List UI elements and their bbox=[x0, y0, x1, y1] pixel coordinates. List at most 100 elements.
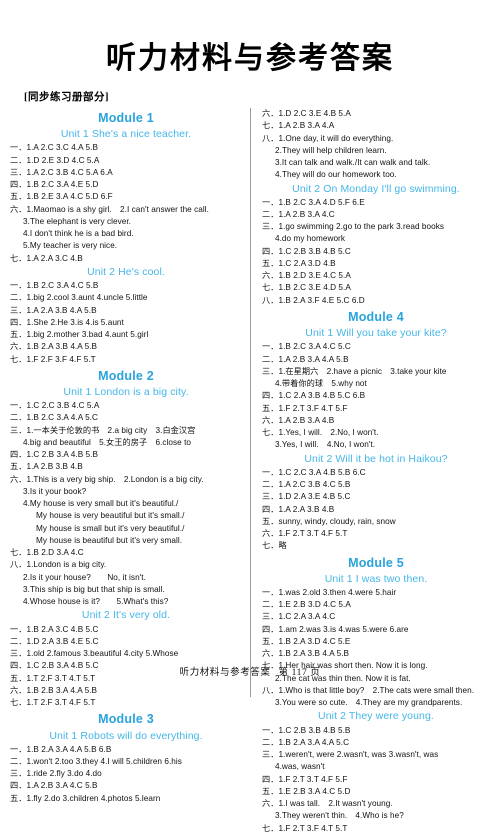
answer-line: 六．1.B 2.B 3.A 4.A 5.B bbox=[10, 685, 98, 695]
unit-heading: Unit 2 It's very old. bbox=[81, 609, 171, 622]
answer-line: 三．1.C 2.A 3.A 4.C bbox=[262, 612, 336, 622]
answer-line: 四．1.A 2.B 3.A 4.C 5.B bbox=[10, 781, 98, 791]
right-column: 六．1.D 2.C 3.E 4.B 5.A 七．1.A 2.B 3.A 4.A 八．… bbox=[250, 108, 490, 833]
answer-line: 二．1.E 2.B 3.D 4.C 5.A bbox=[262, 600, 351, 610]
answer-line: 七．1.A 2.B 3.A 4.A bbox=[262, 121, 335, 131]
answer-line: 一．1.B 2.A 3.A 4.A 5.B 6.B bbox=[10, 744, 112, 754]
answer-line: 5.My teacher is very nice. bbox=[23, 241, 118, 251]
module-heading: Module 4 bbox=[348, 309, 404, 324]
section-label-wrap: [同步练习册部分] bbox=[0, 75, 500, 105]
answer-line: 一．1.C 2.C 3.B 4.C 5.A bbox=[10, 401, 100, 411]
answer-line: 3.They weren't thin. 4.Who is he? bbox=[275, 811, 404, 821]
answer-line: 七．1.F 2.F 3.F 4.F 5.T bbox=[10, 354, 96, 364]
answer-line: 八．1.One day, it will do everything. bbox=[262, 133, 394, 143]
answer-line: 七．1.F 2.T 3.F 4.T 5.T bbox=[262, 823, 348, 833]
answer-line: 4.My house is very small but it's beauti… bbox=[23, 499, 179, 509]
answer-line: 六．1.D 2.C 3.E 4.B 5.A bbox=[262, 109, 351, 118]
answer-line: 四．1.C 2.B 3.B 4.B 5.C bbox=[262, 246, 351, 256]
answer-line: 六．1.Maomao is a shy girl. 2.I can't answ… bbox=[10, 204, 209, 214]
unit-heading: Unit 1 She's a nice teacher. bbox=[60, 128, 192, 141]
answer-line: 六．1.B 2.A 3.B 4.A 5.B bbox=[262, 649, 350, 659]
page-title: 听力材料与参考答案 bbox=[106, 42, 394, 75]
answer-line: 二．1.D 2.E 3.D 4.C 5.A bbox=[10, 155, 100, 165]
answer-line: 4.was, wasn't bbox=[275, 762, 325, 772]
footer-text: 听力材料与参考答案 bbox=[179, 668, 271, 678]
answer-line: 二．1.B 2.C 3.A 4.A 5.C bbox=[10, 413, 98, 423]
answer-line: 2.Is it your house? No, it isn't. bbox=[23, 572, 146, 582]
answer-line: 七．1.Yes, I will. 2.No, I won't. bbox=[262, 428, 379, 438]
answer-line: 五．1.B 2.E 3.A 4.C 5.D 6.F bbox=[10, 192, 113, 202]
answer-line: 七．1.T 2.F 3.T 4.F 5.T bbox=[10, 698, 96, 708]
answer-line: 一．1.C 2.C 3.A 4.B 5.B 6.C bbox=[262, 467, 366, 477]
answer-line: 3.This ship is big but that ship is smal… bbox=[23, 584, 165, 594]
answer-line: 四．1.B 2.C 3.A 4.E 5.D bbox=[10, 180, 99, 190]
answer-line: 一．1.B 2.C 3.A 4.C 5.B bbox=[10, 281, 99, 291]
answer-line: 七．1.B 2.C 3.E 4.D 5.A bbox=[262, 283, 351, 293]
answer-line: 五．1.B 2.A 3.D 4.C 5.E bbox=[262, 636, 351, 646]
answer-line: 二．1.won't 2.too 3.they 4.I will 5.childr… bbox=[10, 756, 182, 766]
module-heading: Module 2 bbox=[98, 368, 154, 383]
answer-line: 六．1.I was tall. 2.It wasn't young. bbox=[262, 799, 393, 809]
answer-line: 三．1.go swimming 2.go to the park 3.read … bbox=[262, 222, 445, 232]
unit-heading: Unit 1 London is a big city. bbox=[63, 385, 189, 398]
answer-line: 四．1.F 2.T 3.T 4.F 5.F bbox=[262, 774, 348, 784]
left-column: Module 1 Unit 1 She's a nice teacher. 一．1.… bbox=[10, 108, 250, 803]
answer-line: 七．1.B 2.D 3.A 4.C bbox=[10, 548, 84, 558]
answer-line: 六．1.B 2.A 3.B 4.A 5.B bbox=[10, 342, 98, 352]
answer-line: 四．1.A 2.A 3.B 4.B bbox=[262, 504, 335, 514]
answer-line: 4.big and beautiful 5.女王的房子 6.close to bbox=[23, 437, 192, 447]
answer-line: 三．1.old 2.famous 3.beautiful 4.city 5.Wh… bbox=[10, 649, 179, 659]
module-heading: Module 3 bbox=[98, 712, 154, 727]
section-label: [同步练习册部分] bbox=[24, 92, 109, 103]
answer-line: 五．1.E 2.B 3.A 4.C 5.D bbox=[262, 786, 351, 796]
answer-line: 二．1.big 2.cool 3.aunt 4.uncle 5.little bbox=[10, 293, 148, 303]
answer-line: 七．1.A 2.A 3.C 4.B bbox=[10, 253, 83, 263]
answer-line: 四．1.C 2.B 3.A 4.B 5.B bbox=[10, 450, 98, 460]
answer-line: 4.I don't think he is a bad bird. bbox=[23, 229, 134, 239]
answer-line: 三．1.weren't, were 2.wasn't, was 3.wasn't… bbox=[262, 750, 439, 760]
answer-key-page: 听力材料与参考答案 [同步练习册部分] Module 1 Unit 1 She's… bbox=[0, 0, 500, 833]
answer-line: 三．1.一本关于伦敦的书 2.a big city 3.白金汉宫 bbox=[10, 425, 196, 435]
answer-line: My house is very beautiful but it's smal… bbox=[36, 511, 185, 521]
unit-heading: Unit 2 On Monday I'll go swimming. bbox=[292, 182, 460, 195]
answer-line: 三．1.A 2.C 3.B 4.C 5.A 6.A bbox=[10, 167, 113, 177]
answer-line: 五．1.A 2.B 3.B 4.B bbox=[10, 462, 83, 472]
module-heading: Module 1 bbox=[98, 111, 154, 125]
answer-line: 八．1.B 2.A 3.F 4.E 5.C 6.D bbox=[262, 295, 365, 305]
answer-line: 2.They will help children learn. bbox=[275, 145, 387, 155]
answer-line: 三．1.A 2.A 3.B 4.A 5.B bbox=[10, 305, 97, 315]
answer-line: 一．1.B 2.C 3.A 4.C 5.C bbox=[262, 342, 351, 352]
content-columns: Module 1 Unit 1 She's a nice teacher. 一．1.… bbox=[0, 105, 500, 833]
answer-line: 3.It can talk and walk./It can walk and … bbox=[275, 158, 431, 167]
unit-heading: Unit 1 Will you take your kite? bbox=[305, 327, 447, 340]
answer-line: 一．1.B 2.C 3.A 4.D 5.F 6.E bbox=[262, 197, 365, 207]
answer-line: My house is small but it's very beautifu… bbox=[36, 523, 185, 533]
answer-line: 四．1.C 2.A 3.B 4.B 5.C 6.B bbox=[262, 391, 366, 401]
answer-line: 四．1.am 2.was 3.is 4.was 5.were 6.are bbox=[262, 624, 409, 634]
answer-line: 六．1.F 2.T 3.T 4.F 5.T bbox=[262, 529, 348, 539]
answer-line: 六．1.B 2.D 3.E 4.C 5.A bbox=[262, 271, 351, 281]
answer-line: 4.带着你的球 5.why not bbox=[275, 379, 367, 389]
unit-heading: Unit 2 Will it be hot in Haikou? bbox=[304, 452, 448, 465]
answer-line: 六．1.This is a very big ship. 2.London is… bbox=[10, 474, 204, 484]
page-footer: 听力材料与参考答案第 117 页 bbox=[0, 664, 500, 678]
answer-line: 二．1.B 2.A 3.A 4.A 5.C bbox=[262, 737, 350, 747]
answer-line: 三．1.D 2.A 3.E 4.B 5.C bbox=[262, 492, 351, 502]
answer-line: 三．1.ride 2.fly 3.do 4.do bbox=[10, 769, 102, 779]
answer-line: 3.Yes, I will. 4.No, I won't. bbox=[275, 440, 376, 450]
answer-line: 3.You were so cute. 4.They are my grandp… bbox=[275, 698, 463, 708]
unit-heading: Unit 2 They were young. bbox=[318, 710, 434, 723]
answer-line: 六．1.A 2.B 3.A 4.B bbox=[262, 415, 335, 425]
answer-line: 一．1.B 2.A 3.C 4.B 5.C bbox=[10, 624, 99, 634]
unit-heading: Unit 1 I was two then. bbox=[324, 572, 428, 585]
answer-line: 五．1.F 2.T 3.F 4.T 5.F bbox=[262, 403, 348, 413]
answer-line: 4.They will do our homework too. bbox=[275, 170, 397, 180]
unit-heading: Unit 1 Robots will do everything. bbox=[49, 729, 203, 742]
answer-line: 八．1.Who is that little boy? 2.The cats w… bbox=[262, 685, 475, 695]
answer-line: 二．1.A 2.B 3.A 4.A 5.B bbox=[262, 354, 349, 364]
answer-line: 二．1.A 2.B 3.A 4.C bbox=[262, 209, 335, 219]
answer-line: 一．1.C 2.B 3.B 4.B 5.B bbox=[262, 725, 351, 735]
unit-heading: Unit 2 He's cool. bbox=[87, 265, 165, 278]
footer-page-number: 第 117 页 bbox=[278, 668, 321, 678]
answer-line: 一．1.was 2.old 3.then 4.were 5.hair bbox=[262, 587, 397, 597]
